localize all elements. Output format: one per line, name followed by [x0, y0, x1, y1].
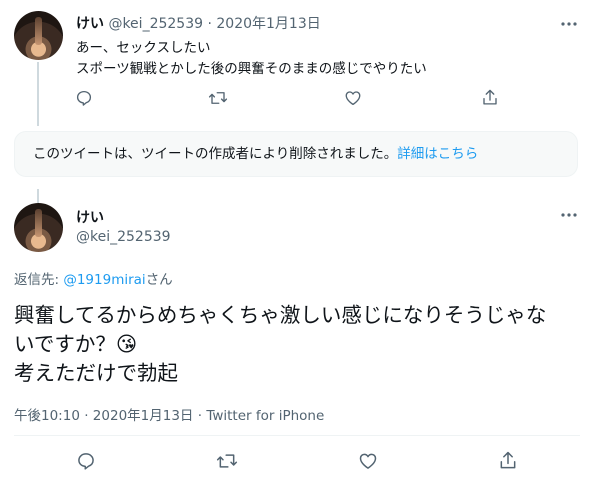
tweet-line: いですか？😘: [14, 332, 138, 356]
tweet-line: 興奮してるからめちゃくちゃ激しい感じになりそうじゃな: [14, 303, 547, 327]
mention-link[interactable]: @1919mirai: [63, 272, 145, 288]
tweet-text: あー、セックスしたい スポーツ観戦とかした後の興奮そのままの感じでやりたい: [76, 38, 427, 80]
avatar[interactable]: [14, 203, 63, 252]
share-icon[interactable]: [498, 450, 518, 471]
reply-context: 返信先: @1919miraiさん: [14, 268, 173, 288]
reply-icon[interactable]: [76, 451, 96, 471]
thread-line: [37, 189, 39, 203]
divider: [14, 435, 580, 436]
tweet-date[interactable]: 2020年1月13日: [216, 16, 320, 32]
retweet-icon[interactable]: [208, 89, 228, 107]
share-icon[interactable]: [481, 88, 499, 107]
more-horizontal-icon[interactable]: [560, 208, 578, 222]
like-icon[interactable]: [344, 89, 362, 107]
display-name[interactable]: けい: [76, 16, 104, 32]
tweet-meta: 午後10:10 · 2020年1月13日 · Twitter for iPhon…: [14, 404, 324, 424]
display-name[interactable]: けい: [76, 207, 104, 227]
avatar[interactable]: [14, 11, 63, 60]
separator: ·: [84, 408, 89, 424]
display-name-text: けい: [76, 210, 104, 226]
handle[interactable]: @kei_252539: [76, 229, 171, 245]
tweet-source[interactable]: Twitter for iPhone: [206, 408, 324, 424]
separator: ·: [207, 16, 212, 32]
reply-suffix: さん: [145, 272, 173, 288]
like-icon[interactable]: [358, 451, 378, 471]
notice-text: このツイートは、ツイートの作成者により削除されました。: [33, 146, 398, 162]
tweet-line: 考えただけで勃起: [14, 361, 178, 385]
deleted-tweet-notice: このツイートは、ツイートの作成者により削除されました。詳細はこちら: [14, 131, 578, 177]
tweet-date[interactable]: 2020年1月13日: [93, 408, 194, 424]
thread-line: [37, 62, 39, 126]
tweet-header: けい @kei_252539 · 2020年1月13日: [76, 13, 321, 33]
tweet-line: あー、セックスしたい: [76, 40, 211, 56]
handle[interactable]: @kei_252539: [108, 16, 203, 32]
tweet-time[interactable]: 午後10:10: [14, 408, 80, 424]
tweet-body: 興奮してるからめちゃくちゃ激しい感じになりそうじゃな いですか？😘 考えただけで…: [14, 301, 546, 388]
retweet-icon[interactable]: [216, 451, 238, 471]
more-horizontal-icon[interactable]: [560, 17, 578, 31]
tweet-line: スポーツ観戦とかした後の興奮そのままの感じでやりたい: [76, 61, 427, 77]
learn-more-link[interactable]: 詳細はこちら: [397, 146, 478, 162]
separator: ·: [197, 408, 203, 424]
reply-prefix: 返信先:: [14, 272, 64, 288]
reply-icon[interactable]: [75, 89, 93, 107]
